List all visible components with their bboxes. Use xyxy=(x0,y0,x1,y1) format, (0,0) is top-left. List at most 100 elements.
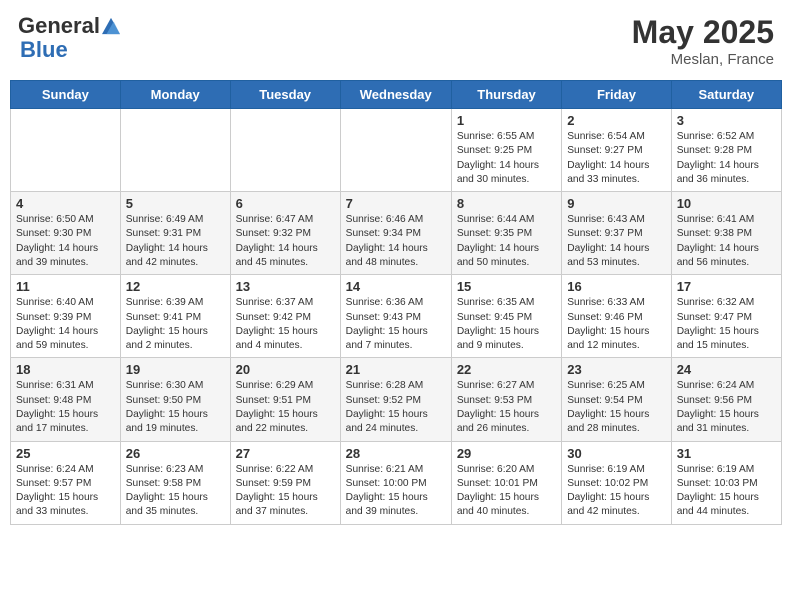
calendar-cell: 16 Sunrise: 6:33 AM Sunset: 9:46 PM Dayli… xyxy=(562,275,671,358)
calendar-table: SundayMondayTuesdayWednesdayThursdayFrid… xyxy=(10,80,782,525)
day-number: 25 xyxy=(16,446,115,461)
logo-general-text: General xyxy=(18,14,100,38)
calendar-cell: 2 Sunrise: 6:54 AM Sunset: 9:27 PM Daylig… xyxy=(562,109,671,192)
calendar-cell: 29 Sunrise: 6:20 AM Sunset: 10:01 PM Dayl… xyxy=(451,441,561,524)
day-number: 5 xyxy=(126,196,225,211)
day-number: 10 xyxy=(677,196,776,211)
day-number: 7 xyxy=(346,196,446,211)
calendar-day-header: Monday xyxy=(120,81,230,109)
calendar-cell: 12 Sunrise: 6:39 AM Sunset: 9:41 PM Dayli… xyxy=(120,275,230,358)
day-number: 18 xyxy=(16,362,115,377)
calendar-header-row: SundayMondayTuesdayWednesdayThursdayFrid… xyxy=(11,81,782,109)
calendar-cell: 7 Sunrise: 6:46 AM Sunset: 9:34 PM Daylig… xyxy=(340,192,451,275)
calendar-day-header: Friday xyxy=(562,81,671,109)
calendar-cell: 27 Sunrise: 6:22 AM Sunset: 9:59 PM Dayli… xyxy=(230,441,340,524)
day-info: Sunrise: 6:20 AM Sunset: 10:01 PM Daylig… xyxy=(457,463,556,520)
day-info: Sunrise: 6:36 AM Sunset: 9:43 PM Dayligh… xyxy=(346,296,446,353)
location: Meslan, France xyxy=(632,51,774,68)
day-number: 4 xyxy=(16,196,115,211)
calendar-cell: 21 Sunrise: 6:28 AM Sunset: 9:52 PM Dayli… xyxy=(340,358,451,441)
calendar-cell: 10 Sunrise: 6:41 AM Sunset: 9:38 PM Dayli… xyxy=(671,192,781,275)
day-info: Sunrise: 6:32 AM Sunset: 9:47 PM Dayligh… xyxy=(677,296,776,353)
page-header: General Blue May 2025 Meslan, France xyxy=(10,10,782,72)
title-block: May 2025 Meslan, France xyxy=(632,14,774,68)
calendar-day-header: Sunday xyxy=(11,81,121,109)
calendar-cell: 24 Sunrise: 6:24 AM Sunset: 9:56 PM Dayli… xyxy=(671,358,781,441)
day-number: 14 xyxy=(346,279,446,294)
calendar-cell: 22Sunrise: 6:27 AM Sunset: 9:53 PM Dayli… xyxy=(451,358,561,441)
calendar-cell: 20Sunrise: 6:29 AM Sunset: 9:51 PM Dayli… xyxy=(230,358,340,441)
calendar-week-row: 1 Sunrise: 6:55 AM Sunset: 9:25 PM Daylig… xyxy=(11,109,782,192)
calendar-cell: 23 Sunrise: 6:25 AM Sunset: 9:54 PM Dayli… xyxy=(562,358,671,441)
calendar-cell: 13 Sunrise: 6:37 AM Sunset: 9:42 PM Dayli… xyxy=(230,275,340,358)
day-number: 2 xyxy=(567,113,665,128)
day-info: Sunrise: 6:21 AM Sunset: 10:00 PM Daylig… xyxy=(346,463,446,520)
calendar-cell xyxy=(230,109,340,192)
day-info: Sunrise: 6:43 AM Sunset: 9:37 PM Dayligh… xyxy=(567,213,665,270)
day-number: 28 xyxy=(346,446,446,461)
day-number: 12 xyxy=(126,279,225,294)
day-info: Sunrise: 6:46 AM Sunset: 9:34 PM Dayligh… xyxy=(346,213,446,270)
day-info: Sunrise: 6:24 AM Sunset: 9:57 PM Dayligh… xyxy=(16,463,115,520)
day-number: 1 xyxy=(457,113,556,128)
day-info: Sunrise: 6:24 AM Sunset: 9:56 PM Dayligh… xyxy=(677,379,776,436)
day-info: Sunrise: 6:22 AM Sunset: 9:59 PM Dayligh… xyxy=(236,463,335,520)
day-info: Sunrise: 6:19 AM Sunset: 10:03 PM Daylig… xyxy=(677,463,776,520)
day-info: Sunrise: 6:25 AM Sunset: 9:54 PM Dayligh… xyxy=(567,379,665,436)
calendar-day-header: Wednesday xyxy=(340,81,451,109)
calendar-day-header: Saturday xyxy=(671,81,781,109)
day-info: Sunrise: 6:52 AM Sunset: 9:28 PM Dayligh… xyxy=(677,130,776,187)
day-info: Sunrise: 6:49 AM Sunset: 9:31 PM Dayligh… xyxy=(126,213,225,270)
calendar-cell: 26Sunrise: 6:23 AM Sunset: 9:58 PM Dayli… xyxy=(120,441,230,524)
day-number: 19 xyxy=(126,362,225,377)
calendar-cell: 18 Sunrise: 6:31 AM Sunset: 9:48 PM Dayli… xyxy=(11,358,121,441)
day-number: 11 xyxy=(16,279,115,294)
calendar-cell: 17 Sunrise: 6:32 AM Sunset: 9:47 PM Dayli… xyxy=(671,275,781,358)
day-number: 13 xyxy=(236,279,335,294)
logo-blue-text: Blue xyxy=(20,37,68,62)
logo: General Blue xyxy=(18,14,120,62)
day-info: Sunrise: 6:27 AM Sunset: 9:53 PM Dayligh… xyxy=(457,379,556,436)
day-number: 21 xyxy=(346,362,446,377)
day-number: 17 xyxy=(677,279,776,294)
calendar-cell xyxy=(120,109,230,192)
day-info: Sunrise: 6:23 AM Sunset: 9:58 PM Dayligh… xyxy=(126,463,225,520)
calendar-cell xyxy=(11,109,121,192)
calendar-week-row: 25 Sunrise: 6:24 AM Sunset: 9:57 PM Dayli… xyxy=(11,441,782,524)
calendar-cell: 5 Sunrise: 6:49 AM Sunset: 9:31 PM Daylig… xyxy=(120,192,230,275)
day-info: Sunrise: 6:37 AM Sunset: 9:42 PM Dayligh… xyxy=(236,296,335,353)
day-number: 24 xyxy=(677,362,776,377)
day-info: Sunrise: 6:33 AM Sunset: 9:46 PM Dayligh… xyxy=(567,296,665,353)
day-info: Sunrise: 6:47 AM Sunset: 9:32 PM Dayligh… xyxy=(236,213,335,270)
day-info: Sunrise: 6:35 AM Sunset: 9:45 PM Dayligh… xyxy=(457,296,556,353)
calendar-cell: 4 Sunrise: 6:50 AM Sunset: 9:30 PM Daylig… xyxy=(11,192,121,275)
day-info: Sunrise: 6:50 AM Sunset: 9:30 PM Dayligh… xyxy=(16,213,115,270)
calendar-cell: 14 Sunrise: 6:36 AM Sunset: 9:43 PM Dayli… xyxy=(340,275,451,358)
day-info: Sunrise: 6:54 AM Sunset: 9:27 PM Dayligh… xyxy=(567,130,665,187)
day-number: 3 xyxy=(677,113,776,128)
day-info: Sunrise: 6:31 AM Sunset: 9:48 PM Dayligh… xyxy=(16,379,115,436)
calendar-week-row: 4 Sunrise: 6:50 AM Sunset: 9:30 PM Daylig… xyxy=(11,192,782,275)
calendar-cell: 15Sunrise: 6:35 AM Sunset: 9:45 PM Dayli… xyxy=(451,275,561,358)
day-info: Sunrise: 6:55 AM Sunset: 9:25 PM Dayligh… xyxy=(457,130,556,187)
day-number: 16 xyxy=(567,279,665,294)
calendar-cell: 3 Sunrise: 6:52 AM Sunset: 9:28 PM Daylig… xyxy=(671,109,781,192)
day-info: Sunrise: 6:30 AM Sunset: 9:50 PM Dayligh… xyxy=(126,379,225,436)
month-title: May 2025 xyxy=(632,14,774,51)
calendar-cell: 11Sunrise: 6:40 AM Sunset: 9:39 PM Dayli… xyxy=(11,275,121,358)
day-number: 8 xyxy=(457,196,556,211)
day-info: Sunrise: 6:28 AM Sunset: 9:52 PM Dayligh… xyxy=(346,379,446,436)
calendar-cell: 30Sunrise: 6:19 AM Sunset: 10:02 PM Dayl… xyxy=(562,441,671,524)
calendar-cell xyxy=(340,109,451,192)
day-info: Sunrise: 6:39 AM Sunset: 9:41 PM Dayligh… xyxy=(126,296,225,353)
day-number: 27 xyxy=(236,446,335,461)
calendar-day-header: Tuesday xyxy=(230,81,340,109)
calendar-cell: 9 Sunrise: 6:43 AM Sunset: 9:37 PM Daylig… xyxy=(562,192,671,275)
calendar-cell: 1 Sunrise: 6:55 AM Sunset: 9:25 PM Daylig… xyxy=(451,109,561,192)
day-number: 29 xyxy=(457,446,556,461)
day-number: 9 xyxy=(567,196,665,211)
day-number: 23 xyxy=(567,362,665,377)
day-info: Sunrise: 6:29 AM Sunset: 9:51 PM Dayligh… xyxy=(236,379,335,436)
day-info: Sunrise: 6:41 AM Sunset: 9:38 PM Dayligh… xyxy=(677,213,776,270)
day-info: Sunrise: 6:19 AM Sunset: 10:02 PM Daylig… xyxy=(567,463,665,520)
